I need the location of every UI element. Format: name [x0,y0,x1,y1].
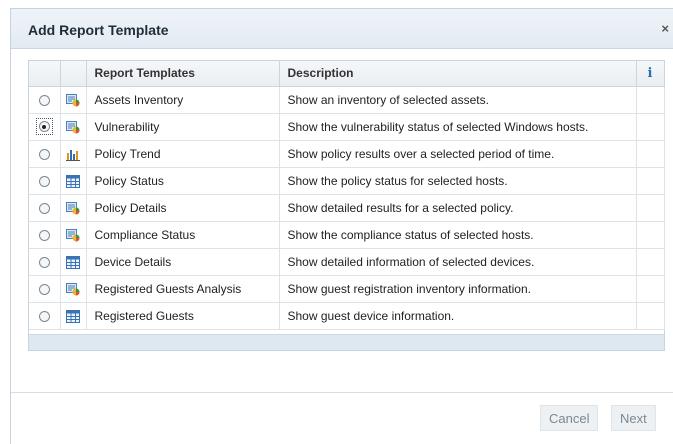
icon-cell [60,221,87,249]
cancel-button[interactable]: Cancel [540,405,599,431]
grid-header-row: Report Templates Description i [29,61,665,87]
table-row[interactable]: Compliance Status Show the compliance sta… [29,221,665,249]
template-radio[interactable] [38,283,50,295]
template-name: Assets Inventory [86,86,280,114]
template-name: Registered Guests [86,302,280,330]
report-templates-column-header[interactable]: Report Templates [86,61,280,87]
row-info-cell [636,86,665,114]
table-row[interactable]: Policy Details Show detailed results for … [29,194,665,222]
radio-cell[interactable] [29,275,61,303]
footer-divider [11,392,673,393]
report-chart-icon [66,92,80,107]
table-row[interactable]: Registered Guests Show guest device infor… [29,302,665,330]
icon-cell [60,194,87,222]
radio-cell[interactable] [29,194,61,222]
template-description: Show an inventory of selected assets. [279,86,637,114]
table-icon [66,254,80,269]
icon-cell [60,113,87,141]
radio-cell[interactable] [29,248,61,276]
template-description: Show detailed results for a selected pol… [279,194,637,222]
template-radio[interactable] [38,202,50,214]
template-radio[interactable] [38,310,50,322]
template-name: Compliance Status [86,221,280,249]
template-description: Show guest device information. [279,302,637,330]
template-name: Policy Status [86,167,280,195]
template-radio[interactable] [38,121,50,132]
table-icon [66,173,80,188]
report-chart-icon [66,281,80,296]
add-report-template-dialog: Add Report Template × Report Templates D… [10,8,673,444]
row-info-cell [636,302,665,330]
description-column-header[interactable]: Description [279,61,637,87]
close-icon[interactable]: × [661,21,669,36]
template-radio[interactable] [38,94,50,106]
template-description: Show detailed information of selected de… [279,248,637,276]
radio-cell[interactable] [29,302,61,330]
radio-cell[interactable] [29,86,61,114]
grid-footer [29,334,664,350]
icon-column-header [60,61,87,87]
template-description: Show policy results over a selected peri… [279,140,637,168]
table-row[interactable]: Policy Trend Show policy results over a s… [29,140,665,168]
template-name: Device Details [86,248,280,276]
template-description: Show guest registration inventory inform… [279,275,637,303]
template-name: Policy Trend [86,140,280,168]
icon-cell [60,302,87,330]
table-row[interactable]: Assets Inventory Show an inventory of sel… [29,86,665,114]
template-description: Show the policy status for selected host… [279,167,637,195]
template-name: Registered Guests Analysis [86,275,280,303]
dialog-header: Add Report Template × [11,9,673,49]
report-templates-grid: Report Templates Description i Assets In… [28,60,665,351]
radio-cell[interactable] [29,221,61,249]
table-row[interactable]: Vulnerability Show the vulnerability stat… [29,113,665,141]
report-chart-icon [66,200,80,215]
table-row[interactable]: Device Details Show detailed information … [29,248,665,276]
template-description: Show the vulnerability status of selecte… [279,113,637,141]
template-name: Policy Details [86,194,280,222]
row-info-cell [636,194,665,222]
radio-cell[interactable] [29,167,61,195]
next-button[interactable]: Next [611,405,656,431]
table-icon [66,308,80,323]
icon-cell [60,167,87,195]
radio-cell[interactable] [29,113,61,141]
icon-cell [60,275,87,303]
bar-chart-icon [66,146,80,161]
selected-focus-ring [35,118,53,135]
row-info-cell [636,140,665,168]
row-info-cell [636,167,665,195]
template-radio[interactable] [38,229,50,241]
info-column-header: i [636,61,665,87]
table-row[interactable]: Registered Guests Analysis Show guest reg… [29,275,665,303]
table-row[interactable]: Policy Status Show the policy status for … [29,167,665,195]
icon-cell [60,140,87,168]
row-info-cell [636,221,665,249]
info-icon[interactable]: i [648,66,653,81]
select-column-header [29,61,61,87]
icon-cell [60,248,87,276]
template-radio[interactable] [38,175,50,187]
dialog-title: Add Report Template [28,22,169,38]
row-info-cell [636,113,665,141]
row-info-cell [636,248,665,276]
row-info-cell [636,275,665,303]
radio-cell[interactable] [29,140,61,168]
report-chart-icon [66,227,80,242]
template-description: Show the compliance status of selected h… [279,221,637,249]
template-name: Vulnerability [86,113,280,141]
template-radio[interactable] [38,148,50,160]
template-radio[interactable] [38,256,50,268]
icon-cell [60,86,87,114]
report-chart-icon [66,119,80,134]
